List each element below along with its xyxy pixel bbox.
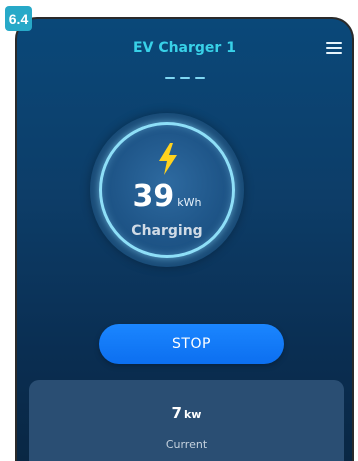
current-stat-card: 7 kw Current: [29, 380, 344, 461]
current-label: Current: [165, 438, 208, 451]
page-title: EV Charger 1: [133, 40, 236, 56]
current-value: 7: [171, 404, 182, 422]
page-dot[interactable]: [164, 77, 175, 79]
energy-readout: 39 kWh: [102, 179, 232, 214]
figure-number-badge: 6.4: [5, 6, 32, 31]
hamburger-menu-icon[interactable]: [326, 42, 342, 55]
page-dot[interactable]: [179, 77, 190, 79]
energy-unit: kWh: [177, 196, 202, 209]
charge-gauge-ring: 39 kWh Charging: [99, 122, 235, 258]
page-indicator: [17, 77, 352, 79]
current-unit: kw: [183, 408, 202, 421]
phone-screen: EV Charger 1 39 kWh Charging STOP 7 kw Cu…: [15, 17, 354, 461]
current-readout: 7 kw: [29, 404, 344, 422]
page-dot[interactable]: [194, 77, 205, 79]
charge-gauge: 39 kWh Charging: [90, 113, 244, 267]
energy-value: 39: [132, 179, 175, 214]
charging-status: Charging: [131, 223, 203, 239]
lightning-bolt-icon: [159, 143, 177, 175]
stop-button[interactable]: STOP: [99, 324, 284, 364]
